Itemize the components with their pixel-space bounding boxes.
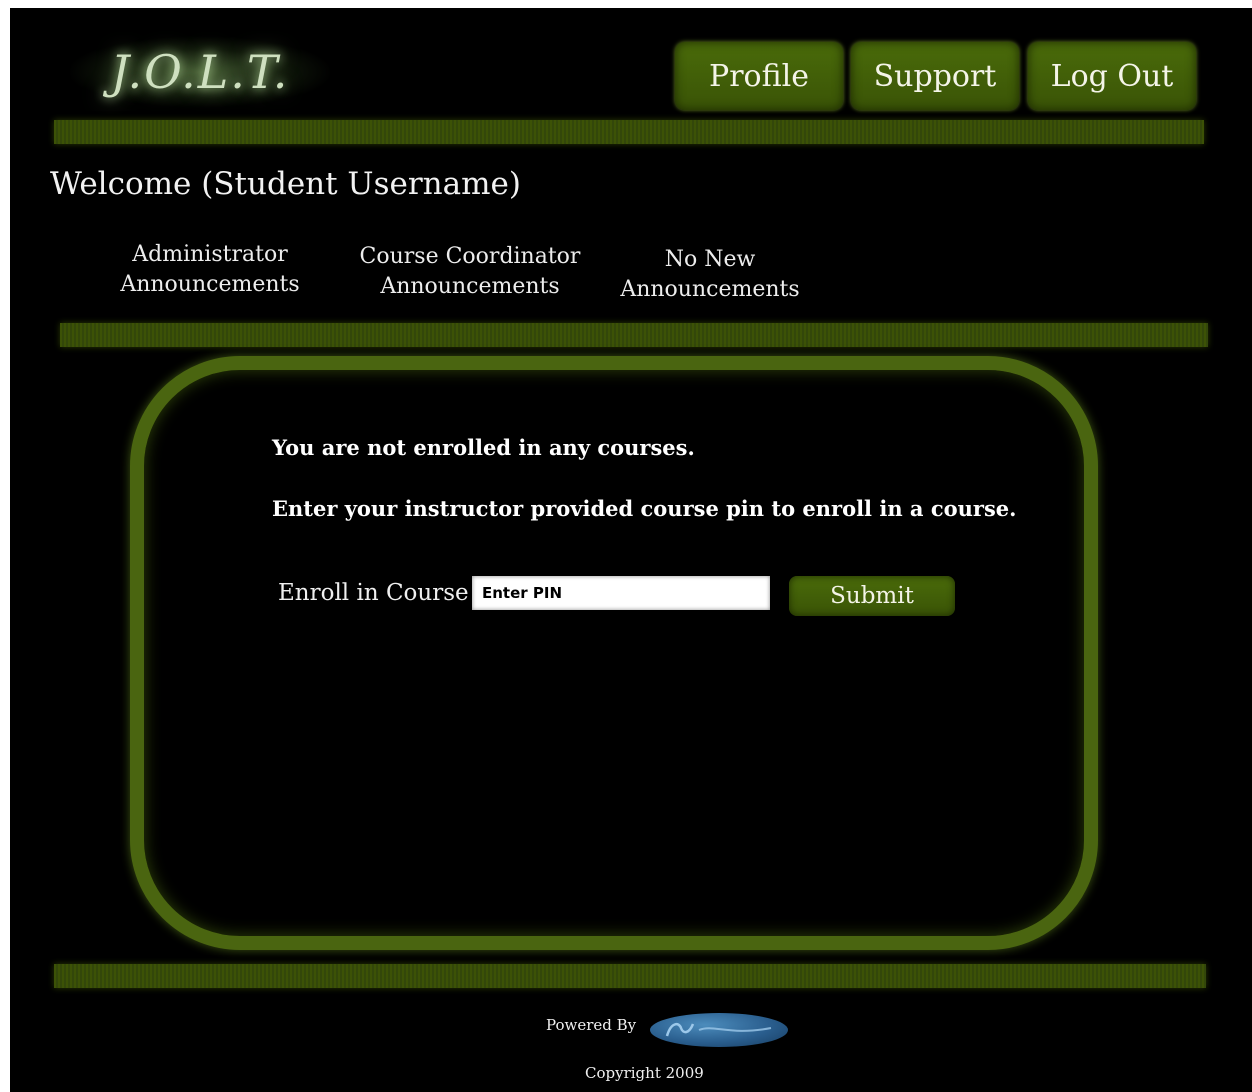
not-enrolled-message: You are not enrolled in any courses. [272, 435, 695, 460]
powered-by-label: Powered By [546, 1016, 637, 1034]
course-pin-input[interactable] [472, 576, 770, 610]
enroll-in-course-label: Enroll in Course [278, 580, 469, 606]
support-button-label: Support [873, 58, 997, 94]
logout-button-label: Log Out [1050, 58, 1174, 94]
footer-divider [54, 964, 1206, 988]
announcements-divider [60, 323, 1208, 347]
welcome-heading: Welcome (Student Username) [50, 166, 521, 202]
course-coordinator-announcements-link[interactable]: Course Coordinator Announcements [346, 242, 594, 302]
support-button[interactable]: Support [851, 42, 1019, 110]
page: J.O.L.T. Profile Support Log Out Welcome… [10, 8, 1252, 1092]
profile-button[interactable]: Profile [675, 42, 843, 110]
company-logo-icon[interactable] [650, 1013, 788, 1047]
logout-button[interactable]: Log Out [1028, 42, 1196, 110]
jolt-logo[interactable]: J.O.L.T. [70, 36, 330, 108]
logo-text: J.O.L.T. [110, 45, 290, 99]
submit-button-label: Submit [830, 583, 914, 609]
announcement-status: No New Announcements [620, 247, 800, 302]
company-logo-graphic-icon [665, 1022, 772, 1037]
submit-button[interactable]: Submit [789, 576, 955, 616]
header-divider [54, 120, 1204, 144]
administrator-announcements-link[interactable]: Administrator Announcements [110, 240, 310, 300]
profile-button-label: Profile [709, 58, 809, 94]
copyright-text: Copyright 2009 [585, 1064, 704, 1082]
enroll-instructions: Enter your instructor provided course pi… [272, 496, 1017, 521]
